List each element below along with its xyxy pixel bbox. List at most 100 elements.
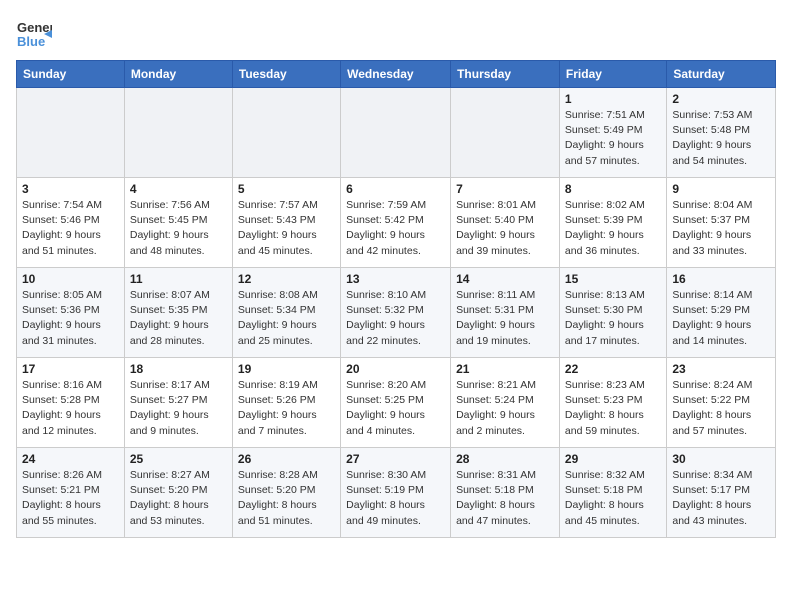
day-number: 8: [565, 182, 661, 196]
day-cell: 2 Sunrise: 7:53 AM Sunset: 5:48 PM Daylig…: [667, 88, 776, 178]
weekday-sunday: Sunday: [17, 61, 125, 88]
day-cell: 23 Sunrise: 8:24 AM Sunset: 5:22 PM Dayli…: [667, 358, 776, 448]
day-info: Sunrise: 8:01 AM Sunset: 5:40 PM Dayligh…: [456, 198, 554, 259]
day-number: 25: [130, 452, 227, 466]
day-number: 26: [238, 452, 335, 466]
day-cell: 3Sunrise: 7:54 AM Sunset: 5:46 PM Daylig…: [17, 178, 125, 268]
day-info: Sunrise: 8:16 AM Sunset: 5:28 PM Dayligh…: [22, 378, 119, 439]
day-info: Sunrise: 8:19 AM Sunset: 5:26 PM Dayligh…: [238, 378, 335, 439]
day-info: Sunrise: 7:53 AM Sunset: 5:48 PM Dayligh…: [672, 108, 770, 169]
day-info: Sunrise: 8:31 AM Sunset: 5:18 PM Dayligh…: [456, 468, 554, 529]
day-cell: 14Sunrise: 8:11 AM Sunset: 5:31 PM Dayli…: [451, 268, 560, 358]
day-cell: 5Sunrise: 7:57 AM Sunset: 5:43 PM Daylig…: [232, 178, 340, 268]
day-cell: 15 Sunrise: 8:13 AM Sunset: 5:30 PM Dayli…: [559, 268, 666, 358]
weekday-friday: Friday: [559, 61, 666, 88]
day-info: Sunrise: 8:23 AM Sunset: 5:23 PM Dayligh…: [565, 378, 661, 439]
day-info: Sunrise: 8:11 AM Sunset: 5:31 PM Dayligh…: [456, 288, 554, 349]
day-cell: 17 Sunrise: 8:16 AM Sunset: 5:28 PM Dayli…: [17, 358, 125, 448]
day-info: Sunrise: 8:30 AM Sunset: 5:19 PM Dayligh…: [346, 468, 445, 529]
week-row-3: 17 Sunrise: 8:16 AM Sunset: 5:28 PM Dayli…: [17, 358, 776, 448]
day-number: 1: [565, 92, 661, 106]
day-info: Sunrise: 8:02 AM Sunset: 5:39 PM Dayligh…: [565, 198, 661, 259]
day-cell: 20 Sunrise: 8:20 AM Sunset: 5:25 PM Dayli…: [341, 358, 451, 448]
weekday-monday: Monday: [124, 61, 232, 88]
week-row-0: 1 Sunrise: 7:51 AM Sunset: 5:49 PM Daylig…: [17, 88, 776, 178]
day-number: 23: [672, 362, 770, 376]
day-number: 17: [22, 362, 119, 376]
weekday-tuesday: Tuesday: [232, 61, 340, 88]
logo: General Blue: [16, 16, 52, 52]
page-header: General Blue: [16, 16, 776, 52]
day-cell: 26 Sunrise: 8:28 AM Sunset: 5:20 PM Dayli…: [232, 448, 340, 538]
day-info: Sunrise: 8:26 AM Sunset: 5:21 PM Dayligh…: [22, 468, 119, 529]
day-number: 30: [672, 452, 770, 466]
day-cell: 8 Sunrise: 8:02 AM Sunset: 5:39 PM Daylig…: [559, 178, 666, 268]
calendar-table: SundayMondayTuesdayWednesdayThursdayFrid…: [16, 60, 776, 538]
day-number: 27: [346, 452, 445, 466]
day-number: 9: [672, 182, 770, 196]
day-number: 6: [346, 182, 445, 196]
weekday-saturday: Saturday: [667, 61, 776, 88]
day-number: 15: [565, 272, 661, 286]
day-cell: 28 Sunrise: 8:31 AM Sunset: 5:18 PM Dayli…: [451, 448, 560, 538]
weekday-thursday: Thursday: [451, 61, 560, 88]
day-info: Sunrise: 8:04 AM Sunset: 5:37 PM Dayligh…: [672, 198, 770, 259]
day-number: 5: [238, 182, 335, 196]
svg-text:Blue: Blue: [17, 34, 45, 49]
day-info: Sunrise: 8:32 AM Sunset: 5:18 PM Dayligh…: [565, 468, 661, 529]
day-number: 22: [565, 362, 661, 376]
day-cell: [341, 88, 451, 178]
day-cell: 1 Sunrise: 7:51 AM Sunset: 5:49 PM Daylig…: [559, 88, 666, 178]
day-cell: [124, 88, 232, 178]
day-cell: [17, 88, 125, 178]
day-info: Sunrise: 8:13 AM Sunset: 5:30 PM Dayligh…: [565, 288, 661, 349]
day-info: Sunrise: 8:24 AM Sunset: 5:22 PM Dayligh…: [672, 378, 770, 439]
week-row-2: 10 Sunrise: 8:05 AM Sunset: 5:36 PM Dayli…: [17, 268, 776, 358]
day-cell: 19Sunrise: 8:19 AM Sunset: 5:26 PM Dayli…: [232, 358, 340, 448]
day-number: 10: [22, 272, 119, 286]
day-cell: [451, 88, 560, 178]
day-number: 20: [346, 362, 445, 376]
day-info: Sunrise: 8:20 AM Sunset: 5:25 PM Dayligh…: [346, 378, 445, 439]
day-number: 7: [456, 182, 554, 196]
day-cell: 30Sunrise: 8:34 AM Sunset: 5:17 PM Dayli…: [667, 448, 776, 538]
day-cell: 21Sunrise: 8:21 AM Sunset: 5:24 PM Dayli…: [451, 358, 560, 448]
day-number: 24: [22, 452, 119, 466]
day-cell: 16 Sunrise: 8:14 AM Sunset: 5:29 PM Dayli…: [667, 268, 776, 358]
week-row-4: 24 Sunrise: 8:26 AM Sunset: 5:21 PM Dayli…: [17, 448, 776, 538]
day-number: 13: [346, 272, 445, 286]
day-cell: 6 Sunrise: 7:59 AM Sunset: 5:42 PM Daylig…: [341, 178, 451, 268]
day-cell: 9 Sunrise: 8:04 AM Sunset: 5:37 PM Daylig…: [667, 178, 776, 268]
day-info: Sunrise: 8:27 AM Sunset: 5:20 PM Dayligh…: [130, 468, 227, 529]
day-info: Sunrise: 8:21 AM Sunset: 5:24 PM Dayligh…: [456, 378, 554, 439]
day-info: Sunrise: 8:14 AM Sunset: 5:29 PM Dayligh…: [672, 288, 770, 349]
day-info: Sunrise: 8:28 AM Sunset: 5:20 PM Dayligh…: [238, 468, 335, 529]
day-number: 16: [672, 272, 770, 286]
day-number: 4: [130, 182, 227, 196]
day-number: 18: [130, 362, 227, 376]
day-info: Sunrise: 8:05 AM Sunset: 5:36 PM Dayligh…: [22, 288, 119, 349]
day-cell: 27 Sunrise: 8:30 AM Sunset: 5:19 PM Dayli…: [341, 448, 451, 538]
day-cell: 7 Sunrise: 8:01 AM Sunset: 5:40 PM Daylig…: [451, 178, 560, 268]
day-cell: 24 Sunrise: 8:26 AM Sunset: 5:21 PM Dayli…: [17, 448, 125, 538]
day-cell: [232, 88, 340, 178]
day-number: 11: [130, 272, 227, 286]
day-cell: 4Sunrise: 7:56 AM Sunset: 5:45 PM Daylig…: [124, 178, 232, 268]
day-cell: 29 Sunrise: 8:32 AM Sunset: 5:18 PM Dayli…: [559, 448, 666, 538]
day-info: Sunrise: 8:07 AM Sunset: 5:35 PM Dayligh…: [130, 288, 227, 349]
day-number: 12: [238, 272, 335, 286]
week-row-1: 3Sunrise: 7:54 AM Sunset: 5:46 PM Daylig…: [17, 178, 776, 268]
logo-svg: General Blue: [16, 16, 52, 52]
day-info: Sunrise: 8:08 AM Sunset: 5:34 PM Dayligh…: [238, 288, 335, 349]
day-number: 28: [456, 452, 554, 466]
day-info: Sunrise: 7:51 AM Sunset: 5:49 PM Dayligh…: [565, 108, 661, 169]
day-info: Sunrise: 7:54 AM Sunset: 5:46 PM Dayligh…: [22, 198, 119, 259]
day-cell: 11 Sunrise: 8:07 AM Sunset: 5:35 PM Dayli…: [124, 268, 232, 358]
day-cell: 22 Sunrise: 8:23 AM Sunset: 5:23 PM Dayli…: [559, 358, 666, 448]
day-cell: 25 Sunrise: 8:27 AM Sunset: 5:20 PM Dayli…: [124, 448, 232, 538]
weekday-wednesday: Wednesday: [341, 61, 451, 88]
day-cell: 12 Sunrise: 8:08 AM Sunset: 5:34 PM Dayli…: [232, 268, 340, 358]
day-number: 29: [565, 452, 661, 466]
day-number: 2: [672, 92, 770, 106]
day-info: Sunrise: 7:59 AM Sunset: 5:42 PM Dayligh…: [346, 198, 445, 259]
